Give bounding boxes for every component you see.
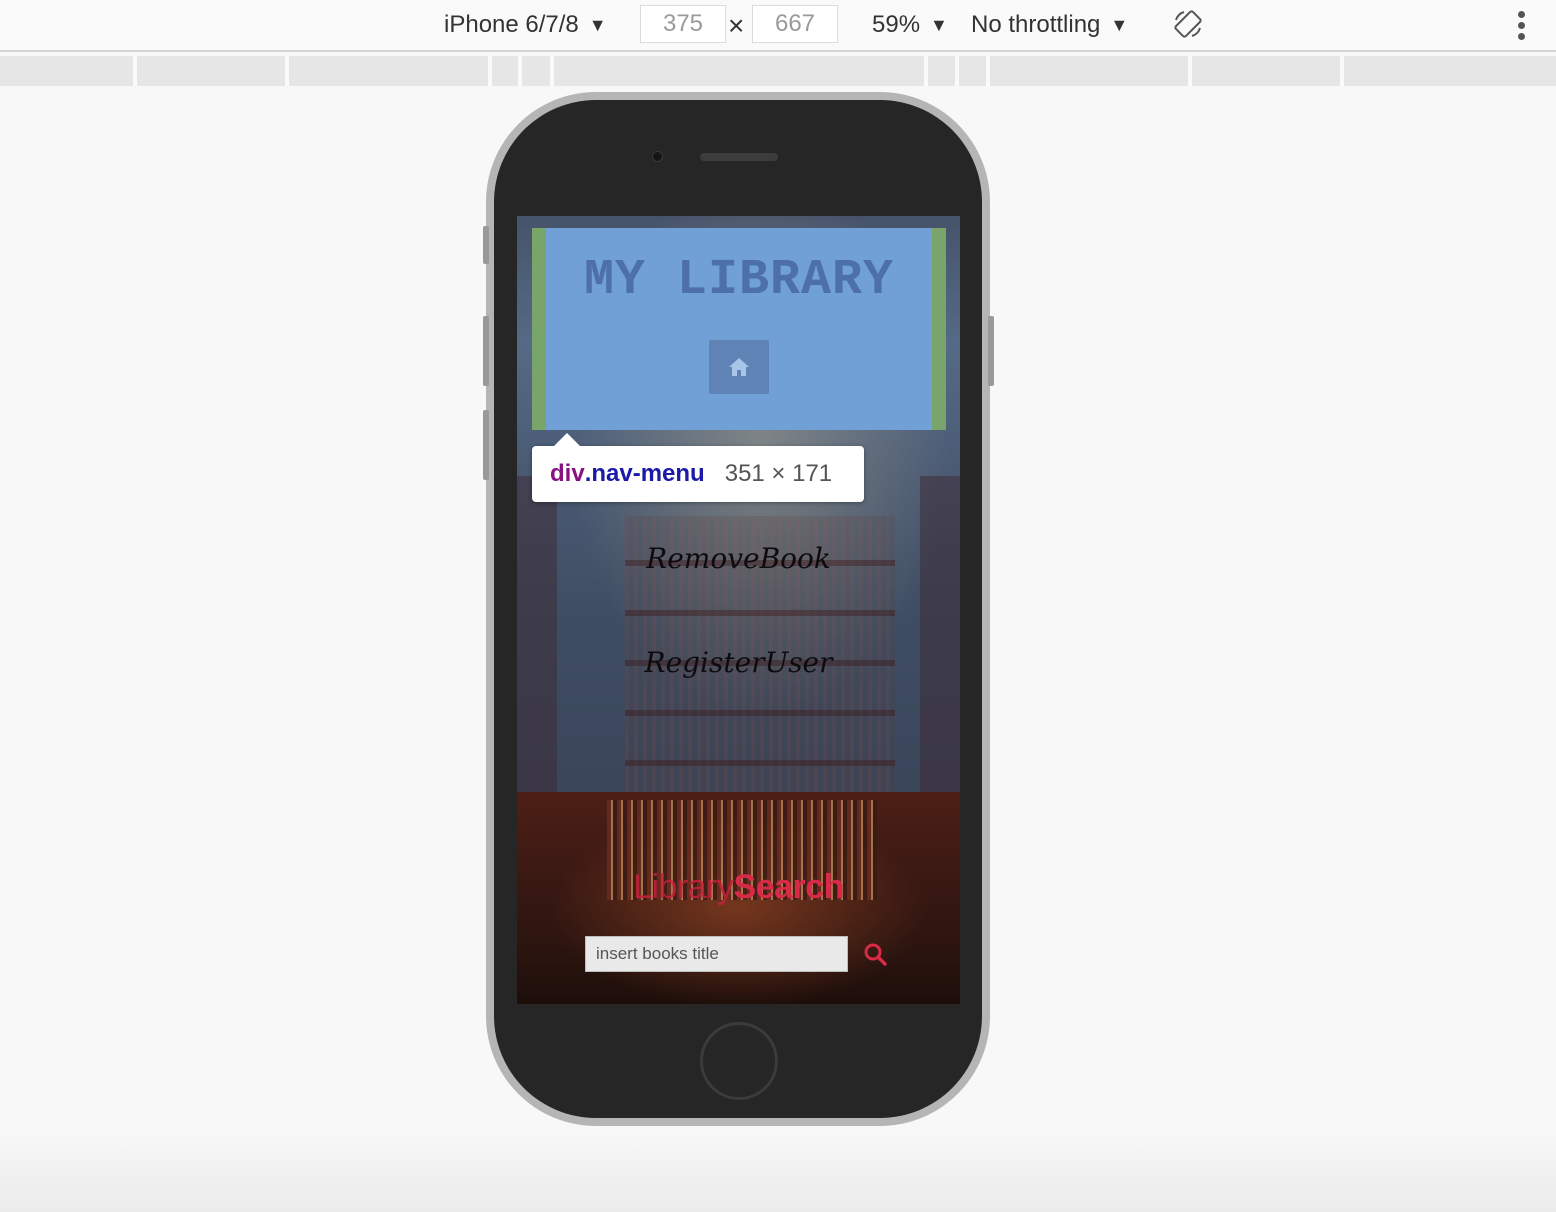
device-toolbar: iPhone 6/7/8 ▼ 375 × 667 59% ▼ No thrott… bbox=[0, 0, 1556, 52]
dimension-separator: × bbox=[728, 10, 745, 41]
zoom-select[interactable]: 59% ▼ bbox=[872, 0, 948, 50]
background-decor bbox=[517, 476, 557, 792]
nav-link-remove-book[interactable]: RemoveBook bbox=[517, 542, 960, 575]
device-label: iPhone 6/7/8 bbox=[444, 11, 579, 38]
chevron-down-icon: ▼ bbox=[1110, 14, 1129, 35]
tooltip-class: .nav-menu bbox=[584, 460, 705, 487]
earpiece-speaker bbox=[700, 153, 778, 161]
mute-switch bbox=[483, 226, 489, 264]
front-camera bbox=[652, 151, 663, 162]
search-heading: LibrarySearch bbox=[517, 868, 960, 907]
width-input[interactable]: 375 bbox=[640, 5, 726, 43]
kebab-menu-icon[interactable] bbox=[1518, 11, 1528, 41]
device-screen: MY LIBRARY RemoveBook RegisterUser Libra… bbox=[517, 216, 960, 1004]
search-input[interactable] bbox=[585, 936, 848, 972]
height-input[interactable]: 667 bbox=[752, 5, 838, 43]
zoom-label: 59% bbox=[872, 11, 921, 38]
tooltip-tag: div bbox=[550, 460, 585, 487]
nav-link-register-user[interactable]: RegisterUser bbox=[517, 646, 960, 679]
throttling-label: No throttling bbox=[971, 11, 1101, 38]
chevron-down-icon: ▼ bbox=[930, 14, 948, 35]
volume-down-button bbox=[483, 410, 489, 480]
home-button[interactable] bbox=[709, 340, 769, 394]
power-button bbox=[988, 316, 994, 386]
chevron-down-icon: ▼ bbox=[588, 14, 607, 35]
throttling-select[interactable]: No throttling ▼ bbox=[971, 0, 1128, 50]
page-bottom bbox=[0, 1130, 1556, 1212]
tooltip-size: 351 × 171 bbox=[724, 460, 833, 487]
search-heading-library: Library bbox=[633, 868, 734, 906]
rotate-icon[interactable] bbox=[1172, 8, 1204, 40]
device-select[interactable]: iPhone 6/7/8 ▼ bbox=[444, 0, 607, 50]
background-decor bbox=[920, 476, 960, 792]
search-icon[interactable] bbox=[863, 942, 887, 966]
site-title: MY LIBRARY bbox=[583, 252, 895, 309]
volume-up-button bbox=[483, 316, 489, 386]
search-heading-search: Search bbox=[733, 868, 845, 906]
inspector-tooltip: div .nav-menu 351 × 171 bbox=[532, 433, 864, 502]
media-query-bar[interactable] bbox=[0, 56, 1556, 86]
home-hardware-button[interactable] bbox=[700, 1022, 778, 1100]
home-icon bbox=[729, 358, 749, 376]
